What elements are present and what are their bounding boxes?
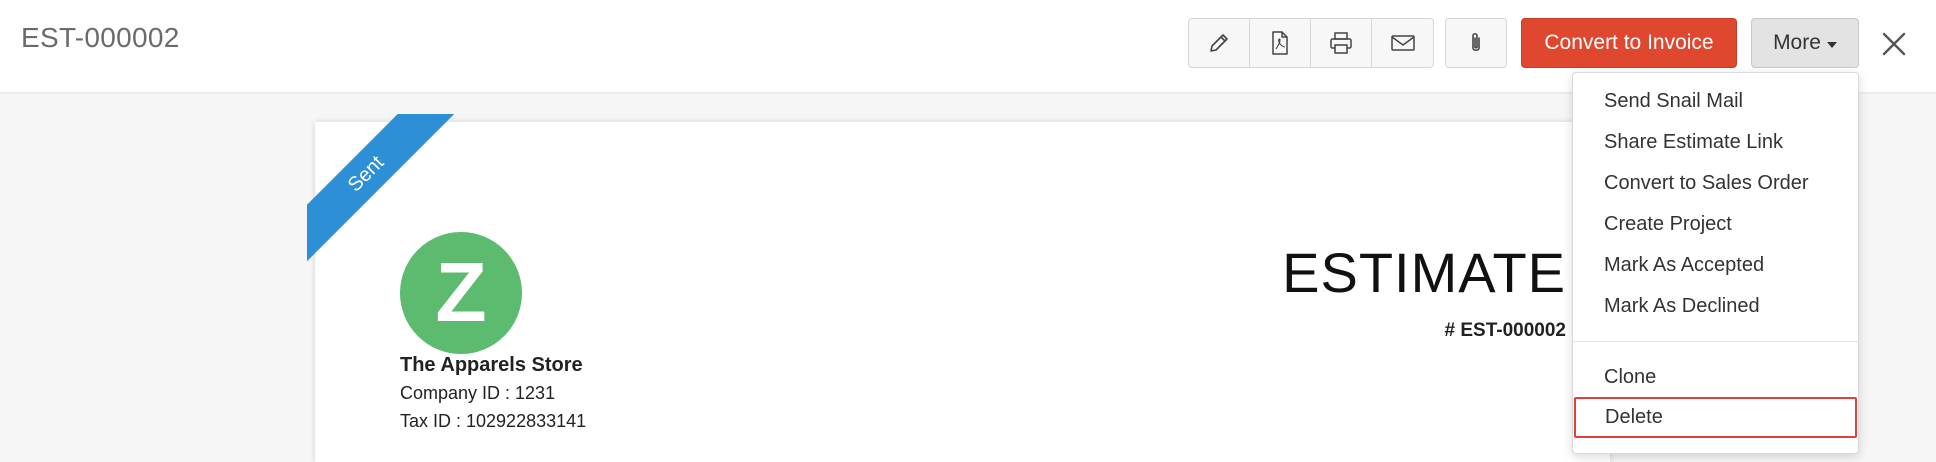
printer-icon xyxy=(1330,32,1352,54)
attach-button[interactable] xyxy=(1445,18,1507,68)
menu-item-send-snail-mail[interactable]: Send Snail Mail xyxy=(1573,81,1858,122)
email-button[interactable] xyxy=(1372,19,1433,67)
more-label: More xyxy=(1773,31,1821,54)
menu-divider xyxy=(1573,341,1858,342)
edit-button[interactable] xyxy=(1189,19,1250,67)
more-button[interactable]: More xyxy=(1751,18,1859,68)
company-name: The Apparels Store xyxy=(400,354,583,376)
paperclip-icon xyxy=(1472,32,1480,52)
document-heading: ESTIMATE xyxy=(1282,241,1566,304)
menu-item-delete[interactable]: Delete xyxy=(1574,397,1857,438)
company-logo: Z xyxy=(400,232,522,354)
pencil-icon xyxy=(1210,34,1228,52)
print-button[interactable] xyxy=(1311,19,1372,67)
mail-icon xyxy=(1390,35,1415,51)
menu-item-convert-to-sales-order[interactable]: Convert to Sales Order xyxy=(1573,163,1858,204)
company-id: Company ID : 1231 xyxy=(400,383,556,403)
pdf-button[interactable] xyxy=(1250,19,1311,67)
logo-letter: Z xyxy=(435,255,486,331)
menu-item-clone[interactable]: Clone xyxy=(1573,357,1858,398)
caret-down-icon xyxy=(1826,41,1837,48)
menu-item-create-project[interactable]: Create Project xyxy=(1573,204,1858,245)
logo-z-mark: Z xyxy=(435,255,486,331)
convert-to-invoice-button[interactable]: Convert to Invoice xyxy=(1521,18,1737,68)
menu-item-mark-as-accepted[interactable]: Mark As Accepted xyxy=(1573,245,1858,286)
menu-item-share-estimate-link[interactable]: Share Estimate Link xyxy=(1573,122,1858,163)
more-dropdown-menu: Send Snail Mail Share Estimate Link Conv… xyxy=(1572,72,1859,454)
estimate-document: Sent Z The Apparels Store Company ID : 1… xyxy=(307,114,1610,462)
page-title: EST-000002 xyxy=(21,22,180,53)
menu-item-mark-as-declined[interactable]: Mark As Declined xyxy=(1573,286,1858,327)
close-button[interactable] xyxy=(1874,24,1914,64)
pdf-icon xyxy=(1272,31,1288,55)
tax-id: Tax ID : 102922833141 xyxy=(400,411,587,431)
action-button-group xyxy=(1188,18,1434,68)
close-icon xyxy=(1882,32,1906,56)
estimate-number: # EST-000002 xyxy=(1444,320,1566,341)
